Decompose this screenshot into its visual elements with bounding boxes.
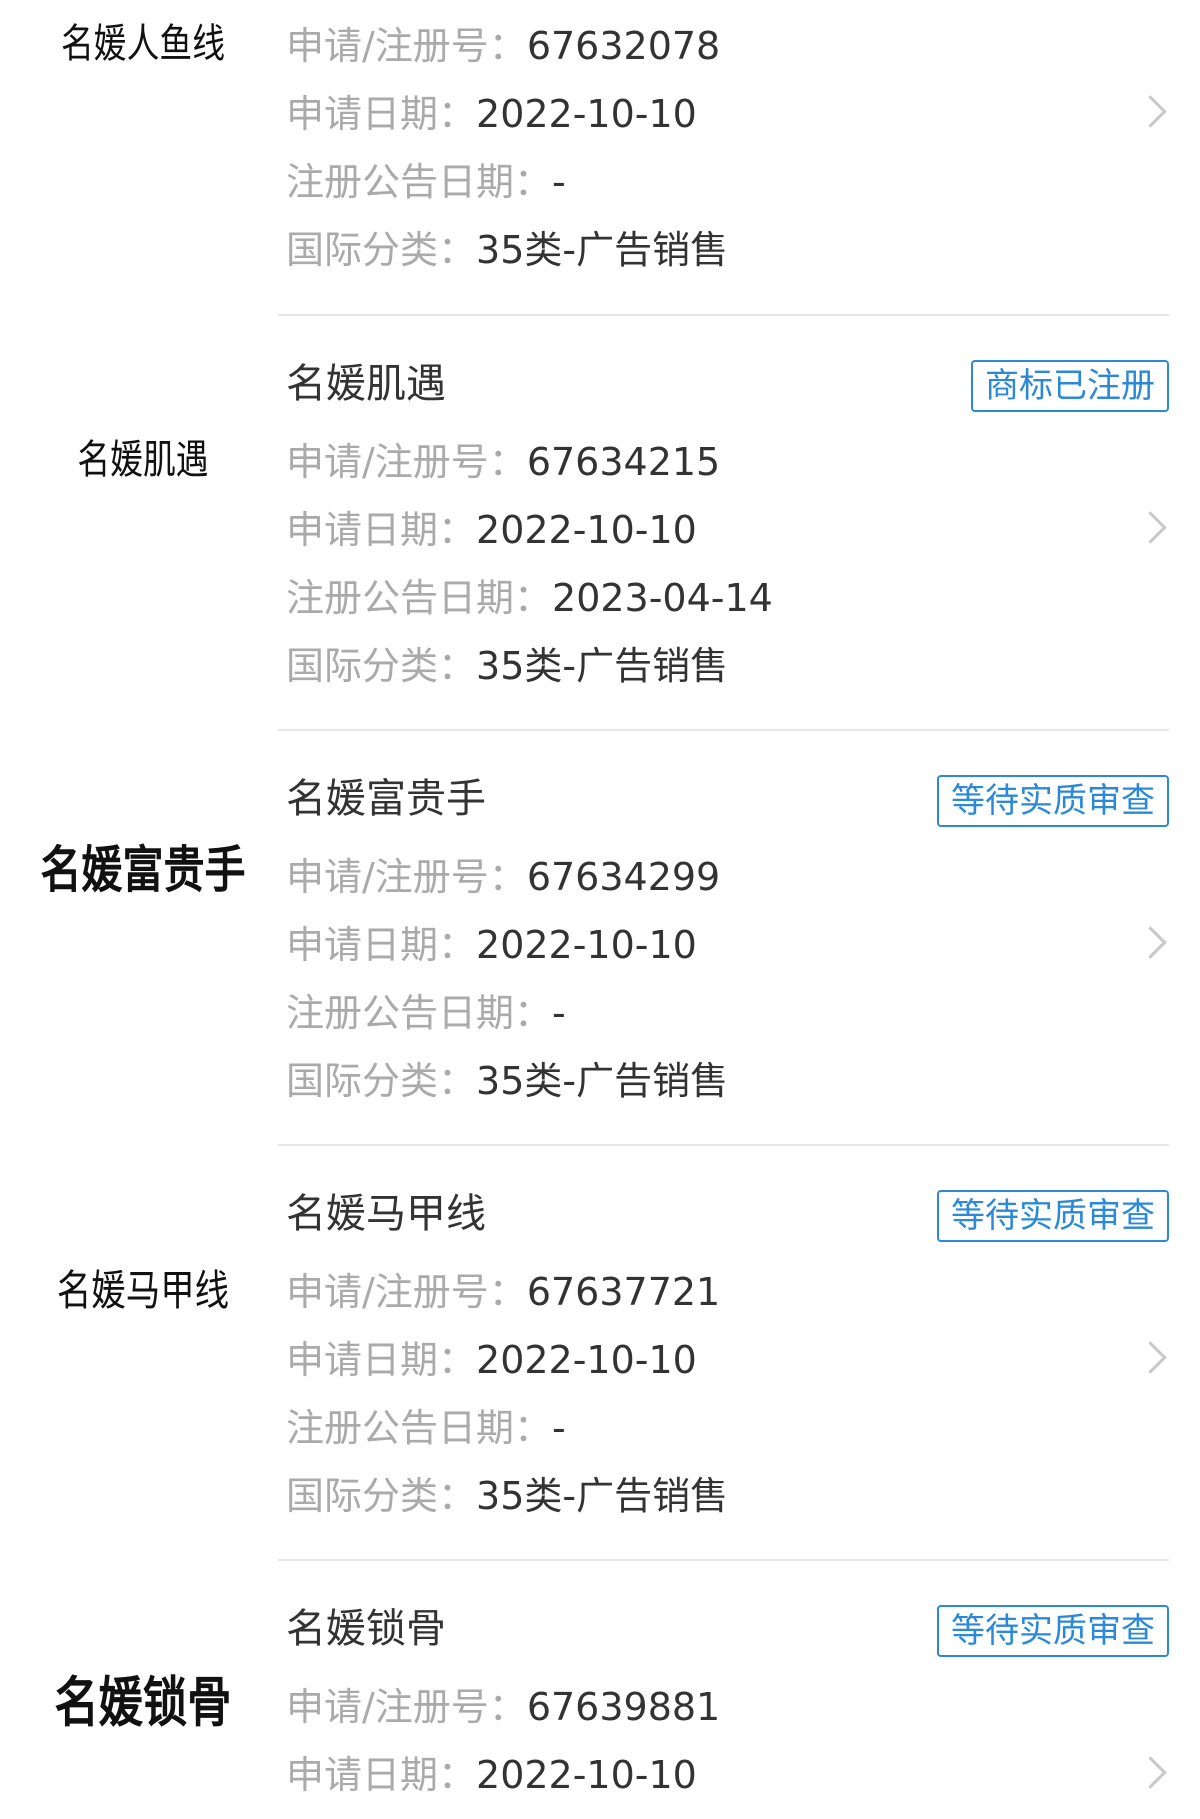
announce-date-value: - [552, 1406, 566, 1450]
reg-no-value: 67634299 [526, 855, 721, 899]
trademark-logo-image: 名媛肌遇 [77, 437, 209, 483]
intl-class-label: 国际分类： [286, 644, 477, 688]
trademark-item[interactable]: 名媛马甲线 名媛马甲线 等待实质审查 申请/注册号：67637721 申请日期：… [0, 1148, 1200, 1563]
announce-date-value: - [552, 160, 566, 204]
status-badge: 等待实质审查 [937, 775, 1169, 827]
item-divider [278, 1144, 1169, 1146]
trademark-item[interactable]: 名媛人鱼线 申请/注册号：67632078 申请日期：2022-10-10 注册… [0, 0, 1200, 318]
reg-no-value: 67634215 [526, 440, 721, 484]
reg-no-field: 申请/注册号：67634215 [286, 438, 720, 486]
announce-date-field: 注册公告日期：- [286, 158, 566, 206]
announce-date-label: 注册公告日期： [286, 576, 553, 620]
status-badge: 商标已注册 [971, 360, 1169, 412]
apply-date-field: 申请日期：2022-10-10 [286, 1336, 697, 1384]
reg-no-label: 申请/注册号： [286, 855, 527, 899]
announce-date-value: - [552, 991, 566, 1035]
trademark-name: 名媛马甲线 [286, 1191, 486, 1237]
reg-no-label: 申请/注册号： [286, 1685, 527, 1729]
trademark-name: 名媛锁骨 [286, 1606, 446, 1652]
apply-date-label: 申请日期： [286, 1338, 477, 1382]
reg-no-field: 申请/注册号：67637721 [286, 1268, 720, 1316]
chevron-right-icon[interactable] [1134, 1341, 1167, 1374]
chevron-right-icon[interactable] [1134, 95, 1167, 128]
apply-date-value: 2022-10-10 [476, 1338, 697, 1382]
trademark-name: 名媛肌遇 [286, 361, 446, 407]
reg-no-value: 67639881 [526, 1685, 721, 1729]
intl-class-field: 国际分类：35类-广告销售 [286, 1057, 728, 1105]
item-divider [278, 1559, 1169, 1561]
intl-class-value: 35类-广告销售 [476, 644, 729, 688]
intl-class-label: 国际分类： [286, 1059, 477, 1103]
intl-class-label: 国际分类： [286, 1474, 477, 1518]
intl-class-value: 35类-广告销售 [476, 1059, 729, 1103]
status-badge: 等待实质审查 [937, 1190, 1169, 1242]
reg-no-label: 申请/注册号： [286, 24, 527, 68]
apply-date-value: 2022-10-10 [476, 508, 697, 552]
apply-date-field: 申请日期：2022-10-10 [286, 921, 697, 969]
trademark-logo-image: 名媛锁骨 [54, 1670, 232, 1734]
trademark-logo-image: 名媛马甲线 [56, 1266, 230, 1315]
apply-date-label: 申请日期： [286, 1753, 477, 1797]
intl-class-label: 国际分类： [286, 228, 477, 272]
apply-date-field: 申请日期：2022-10-10 [286, 1751, 697, 1799]
reg-no-field: 申请/注册号：67632078 [286, 22, 720, 70]
trademark-item[interactable]: 名媛富贵手 名媛富贵手 等待实质审查 申请/注册号：67634299 申请日期：… [0, 733, 1200, 1148]
reg-no-value: 67637721 [526, 1270, 721, 1314]
trademark-name: 名媛富贵手 [286, 776, 486, 822]
apply-date-value: 2022-10-10 [476, 1753, 697, 1797]
item-divider [278, 314, 1169, 316]
trademark-item[interactable]: 名媛肌遇 名媛肌遇 商标已注册 申请/注册号：67634215 申请日期：202… [0, 318, 1200, 733]
apply-date-label: 申请日期： [286, 508, 477, 552]
announce-date-field: 注册公告日期：2023-04-14 [286, 574, 773, 622]
announce-date-field: 注册公告日期：- [286, 989, 566, 1037]
trademark-logo-image: 名媛人鱼线 [60, 21, 225, 67]
reg-no-field: 申请/注册号：67639881 [286, 1683, 720, 1731]
intl-class-field: 国际分类：35类-广告销售 [286, 226, 728, 274]
reg-no-field: 申请/注册号：67634299 [286, 853, 720, 901]
trademark-logo-image: 名媛富贵手 [40, 840, 246, 899]
announce-date-label: 注册公告日期： [286, 991, 553, 1035]
item-divider [278, 729, 1169, 731]
trademark-item[interactable]: 名媛锁骨 名媛锁骨 等待实质审查 申请/注册号：67639881 申请日期：20… [0, 1563, 1200, 1819]
intl-class-value: 35类-广告销售 [476, 228, 729, 272]
apply-date-value: 2022-10-10 [476, 923, 697, 967]
announce-date-label: 注册公告日期： [286, 160, 553, 204]
apply-date-field: 申请日期：2022-10-10 [286, 90, 697, 138]
apply-date-field: 申请日期：2022-10-10 [286, 506, 697, 554]
chevron-right-icon[interactable] [1134, 511, 1167, 544]
intl-class-value: 35类-广告销售 [476, 1474, 729, 1518]
reg-no-value: 67632078 [526, 24, 721, 68]
apply-date-label: 申请日期： [286, 923, 477, 967]
reg-no-label: 申请/注册号： [286, 1270, 527, 1314]
status-badge: 等待实质审查 [937, 1605, 1169, 1657]
reg-no-label: 申请/注册号： [286, 440, 527, 484]
chevron-right-icon[interactable] [1134, 926, 1167, 959]
intl-class-field: 国际分类：35类-广告销售 [286, 642, 728, 690]
announce-date-label: 注册公告日期： [286, 1406, 553, 1450]
announce-date-value: 2023-04-14 [552, 576, 773, 620]
apply-date-label: 申请日期： [286, 92, 477, 136]
intl-class-field: 国际分类：35类-广告销售 [286, 1472, 728, 1520]
announce-date-field: 注册公告日期：- [286, 1404, 566, 1452]
chevron-right-icon[interactable] [1134, 1756, 1167, 1789]
apply-date-value: 2022-10-10 [476, 92, 697, 136]
